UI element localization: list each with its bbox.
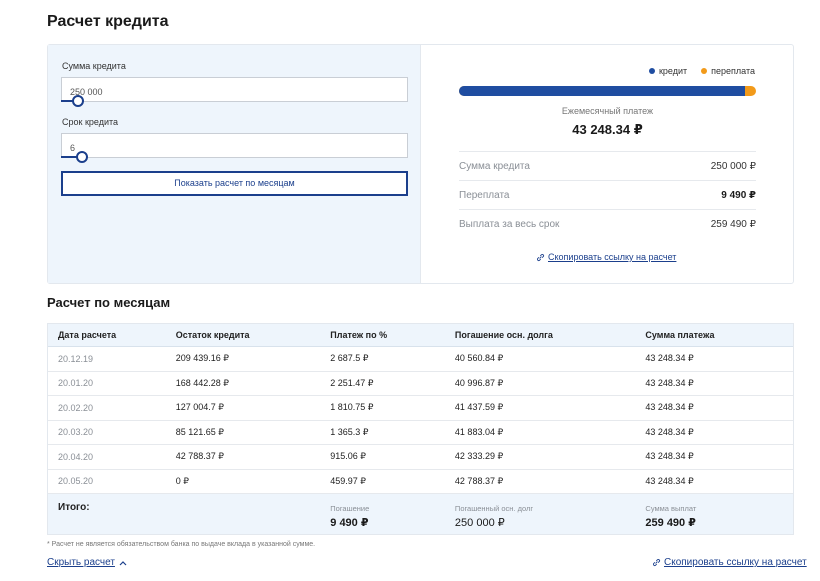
cell-balance: 42 788.37 ₽ [175, 451, 224, 462]
summary-row-value: 259 490 ₽ [710, 218, 756, 230]
copy-link-label[interactable]: Скопировать ссылку на расчет [664, 557, 807, 568]
cell-payment: 43 248.34 ₽ [645, 353, 694, 364]
term-input[interactable]: 6 [61, 133, 408, 158]
cell-principal: 42 788.37 ₽ [454, 475, 504, 486]
total-label: Итого: [58, 502, 90, 513]
cell-principal: 41 883.04 ₽ [454, 426, 504, 437]
cell-interest: 2 687.5 ₽ [330, 353, 369, 364]
table-row: 20.05.20 0 ₽ 459.97 ₽ 42 788.37 ₽ 43 248… [48, 470, 793, 494]
overpay-dot-icon [701, 68, 708, 74]
cell-payment: 43 248.34 ₽ [645, 451, 694, 462]
total-principal: Погашенный осн. долг 250 000 ₽ [455, 494, 645, 534]
legend-item-credit: кредит [648, 66, 688, 76]
cell-interest: 459.97 ₽ [330, 475, 367, 486]
show-schedule-button[interactable]: Показать расчет по месяцам [61, 171, 408, 196]
monthly-payment-value: 43 248.34 ₽ [572, 122, 643, 137]
cell-date: 20.01.20 [58, 378, 94, 389]
monthly-payment-label: Ежемесячный платеж [561, 106, 654, 116]
header-principal: Погашение осн. долга [454, 330, 553, 340]
header-interest: Платеж по % [330, 330, 388, 340]
cell-balance: 127 004.7 ₽ [175, 402, 224, 413]
ratio-bar [459, 86, 756, 96]
table-header: Дата расчета Остаток кредита Платеж по %… [48, 324, 793, 347]
summary-row-total: Выплата за весь срок 259 490 ₽ [459, 209, 756, 238]
amount-input[interactable]: 250 000 [61, 77, 408, 102]
table-body: 20.12.19 209 439.16 ₽ 2 687.5 ₽ 40 560.8… [48, 347, 793, 494]
chevron-up-icon [119, 560, 127, 565]
ratio-bar-credit-fill [459, 86, 746, 96]
hide-schedule-link[interactable]: Скрыть расчет [47, 557, 127, 568]
cell-date: 20.02.20 [58, 402, 94, 413]
cell-payment: 43 248.34 ₽ [645, 377, 694, 388]
cell-interest: 915.06 ₽ [330, 451, 367, 462]
cell-balance: 209 439.16 ₽ [175, 353, 229, 364]
amount-slider-handle[interactable] [72, 95, 84, 107]
cell-principal: 42 333.29 ₽ [454, 451, 504, 462]
header-date: Дата расчета [58, 330, 117, 340]
disclaimer: * Расчет не является обязательством банк… [47, 541, 316, 548]
summary-row-amount: Сумма кредита 250 000 ₽ [459, 151, 756, 180]
cell-balance: 0 ₽ [175, 475, 189, 486]
cell-interest: 2 251.47 ₽ [330, 377, 374, 388]
summary-row-value: 9 490 ₽ [721, 189, 756, 201]
total-interest-value: 9 490 ₽ [330, 517, 369, 529]
summary-row-label: Переплата [459, 189, 510, 201]
term-slider-handle[interactable] [76, 151, 88, 163]
cell-date: 20.03.20 [58, 427, 94, 438]
copy-link-footer[interactable]: Скопировать ссылку на расчет [652, 557, 807, 568]
summary-row-label: Выплата за весь срок [459, 218, 560, 230]
legend-credit-label: кредит [658, 66, 688, 76]
total-spacer [176, 494, 331, 534]
chart-legend: кредит переплата [648, 66, 755, 76]
cell-date: 20.04.20 [58, 451, 94, 462]
cell-interest: 1 365.3 ₽ [330, 426, 369, 437]
total-interest: Погашение 9 490 ₽ [330, 494, 455, 534]
legend-overpay-label: переплата [711, 66, 755, 76]
hide-schedule-label[interactable]: Скрыть расчет [47, 557, 115, 568]
total-principal-value: 250 000 ₽ [454, 517, 505, 529]
link-icon [536, 253, 545, 261]
summary-row-value: 250 000 ₽ [710, 160, 756, 172]
table-row: 20.12.19 209 439.16 ₽ 2 687.5 ₽ 40 560.8… [48, 347, 793, 372]
cell-interest: 1 810.75 ₽ [330, 402, 374, 413]
calculator-form: Сумма кредита 250 000 Срок кредита 6 Пок… [48, 45, 421, 283]
cell-date: 20.12.19 [58, 353, 94, 364]
calculator-summary: кредит переплата Ежемесячный платеж 43 2… [422, 45, 793, 283]
credit-dot-icon [648, 68, 655, 74]
total-principal-label: Погашенный осн. долг [454, 504, 534, 513]
link-icon [652, 558, 661, 567]
table-row: 20.04.20 42 788.37 ₽ 915.06 ₽ 42 333.29 … [48, 445, 793, 470]
total-interest-label: Погашение [330, 504, 370, 513]
calculator-card: Сумма кредита 250 000 Срок кредита 6 Пок… [47, 44, 794, 284]
total-payments: Сумма выплат 259 490 ₽ [645, 494, 793, 534]
copy-link-label[interactable]: Скопировать ссылку на расчет [548, 252, 676, 262]
cell-principal: 40 996.87 ₽ [454, 377, 504, 388]
total-payments-label: Сумма выплат [645, 504, 697, 513]
summary-row-overpay: Переплата 9 490 ₽ [459, 180, 756, 209]
cell-payment: 43 248.34 ₽ [645, 426, 694, 437]
copy-link-summary[interactable]: Скопировать ссылку на расчет [536, 252, 676, 262]
cell-date: 20.05.20 [58, 476, 94, 487]
table-total-row: Итого: Погашение 9 490 ₽ Погашенный осн.… [48, 494, 793, 534]
legend-item-overpay: переплата [701, 66, 755, 76]
schedule-table: Дата расчета Остаток кредита Платеж по %… [47, 323, 794, 535]
summary-row-label: Сумма кредита [459, 160, 530, 172]
cell-payment: 43 248.34 ₽ [645, 402, 694, 413]
cell-balance: 85 121.65 ₽ [175, 426, 224, 437]
total-payments-value: 259 490 ₽ [645, 517, 696, 529]
term-label: Срок кредита [62, 117, 119, 127]
page-title: Расчет кредита [47, 13, 169, 30]
header-balance: Остаток кредита [175, 330, 250, 340]
cell-payment: 43 248.34 ₽ [645, 475, 694, 486]
table-row: 20.01.20 168 442.28 ₽ 2 251.47 ₽ 40 996.… [48, 372, 793, 396]
cell-principal: 40 560.84 ₽ [454, 353, 504, 364]
amount-label: Сумма кредита [62, 61, 126, 71]
cell-balance: 168 442.28 ₽ [175, 377, 229, 388]
table-row: 20.03.20 85 121.65 ₽ 1 365.3 ₽ 41 883.04… [48, 421, 793, 445]
table-row: 20.02.20 127 004.7 ₽ 1 810.75 ₽ 41 437.5… [48, 396, 793, 421]
header-payment: Сумма платежа [645, 330, 715, 340]
cell-principal: 41 437.59 ₽ [454, 402, 504, 413]
schedule-title: Расчет по месяцам [47, 295, 171, 310]
